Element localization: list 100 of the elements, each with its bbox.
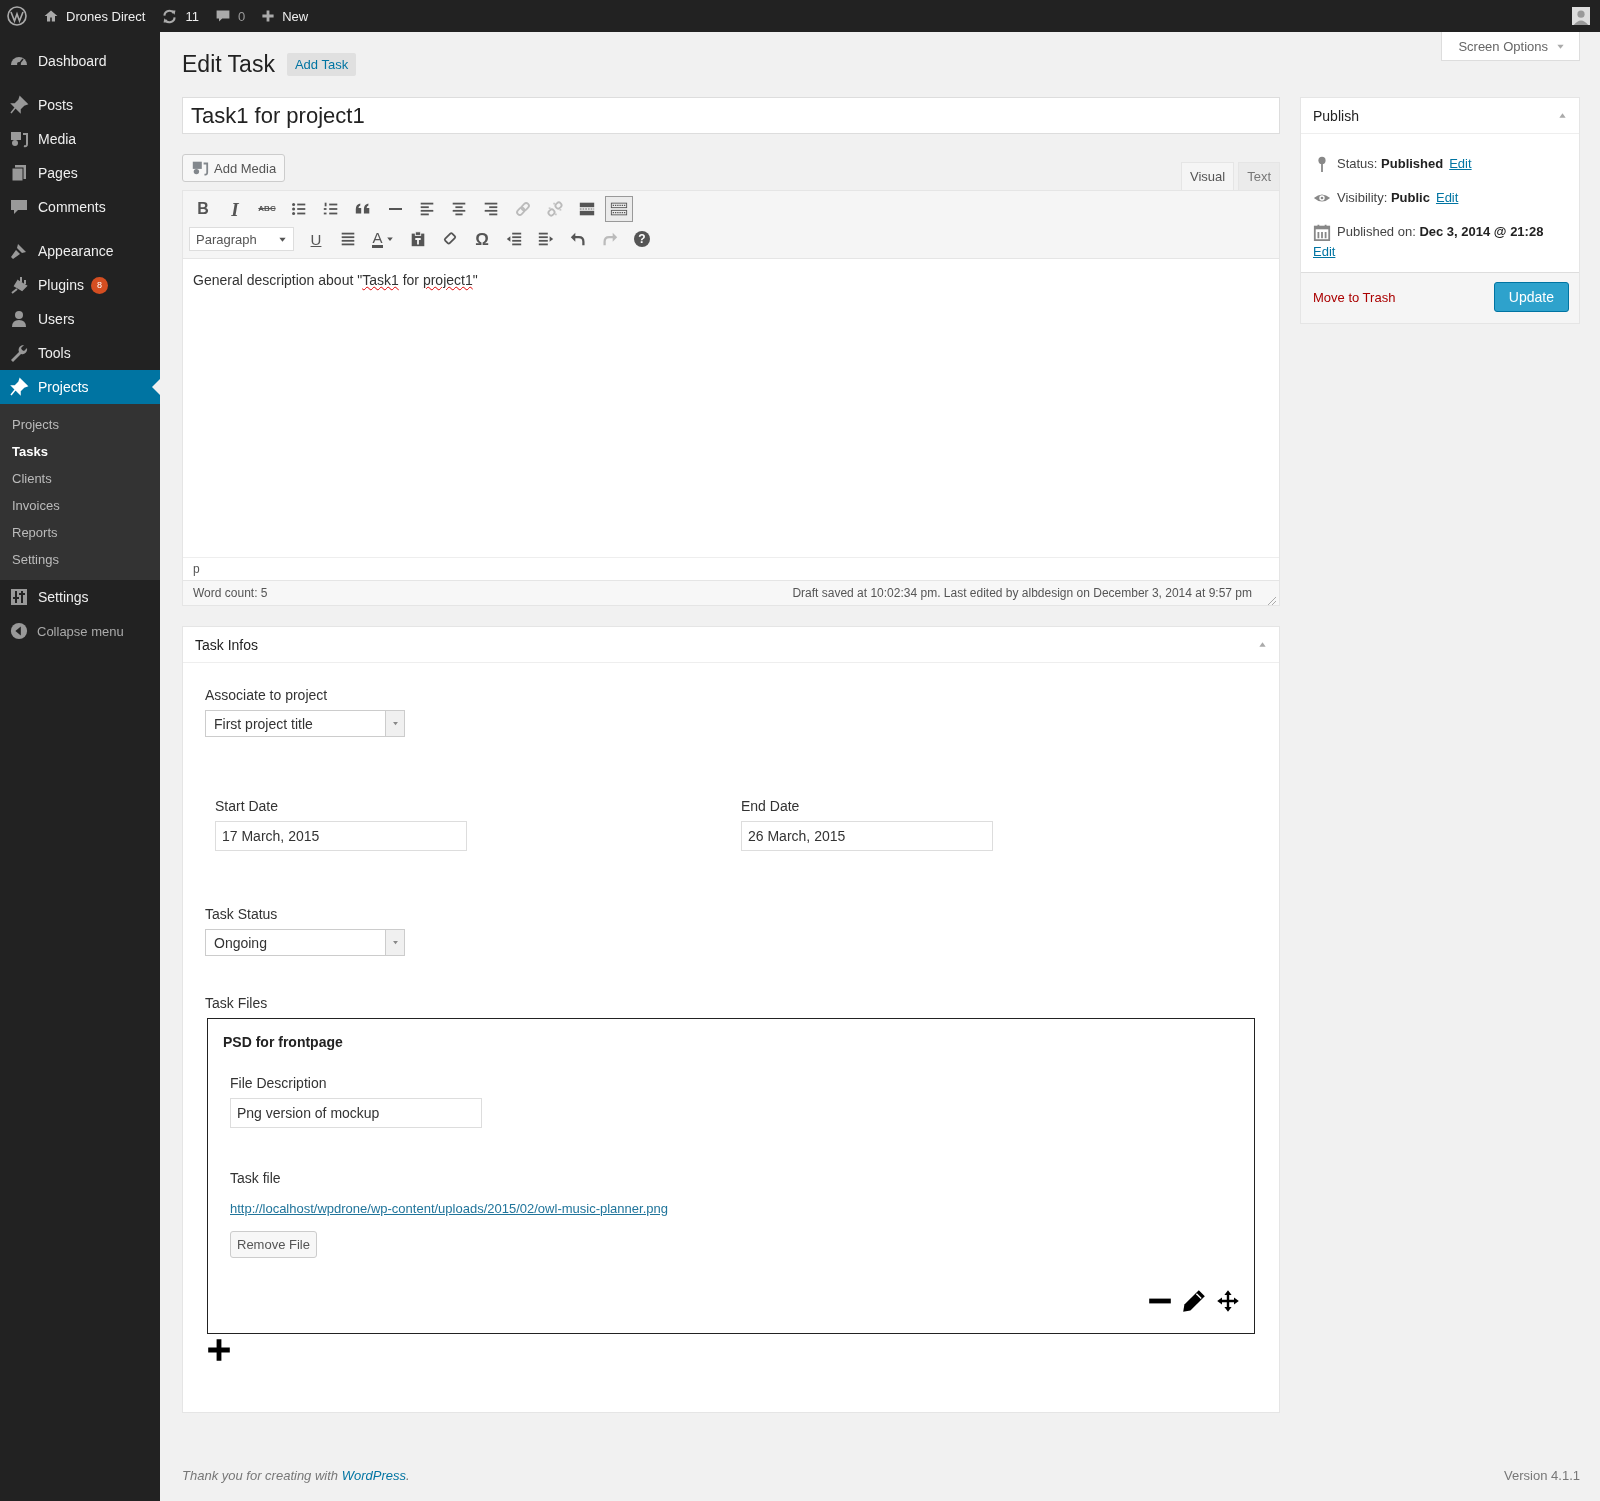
wordpress-link[interactable]: WordPress <box>341 1468 406 1483</box>
field-label: End Date <box>741 798 800 814</box>
body-text: General description about "Task1 for project1" <box>193 272 479 288</box>
page-title: Edit Task <box>182 50 275 79</box>
speech-bubble-icon <box>214 8 231 24</box>
calendar-icon <box>1313 223 1331 241</box>
editor-tab[interactable]: Text <box>1238 162 1280 190</box>
pencil-icon[interactable] <box>1182 1289 1206 1313</box>
submenu-item[interactable]: Projects <box>0 411 160 438</box>
submenu-item[interactable]: Tasks <box>0 438 160 465</box>
project-dropdown[interactable]: First project title <box>205 710 405 737</box>
updates-link[interactable]: 11 <box>161 7 199 25</box>
screen-options-button[interactable]: Screen Options <box>1441 32 1580 61</box>
wrench-icon <box>9 343 29 363</box>
underline-button[interactable]: U <box>302 226 330 252</box>
publish-info: Visibility: Public <box>1337 189 1430 207</box>
title-field[interactable]: Task1 for project1 <box>182 97 1280 134</box>
align-center-icon <box>450 200 468 218</box>
publish-info: Status: Published <box>1337 155 1444 173</box>
keyboard-icon <box>610 200 628 218</box>
submenu-item[interactable]: Reports <box>0 519 160 546</box>
speech-bubble-icon <box>9 197 29 217</box>
move-icon[interactable] <box>1216 1289 1240 1313</box>
brush-icon <box>9 241 29 261</box>
sidebar-item[interactable]: Media <box>0 122 160 156</box>
strikethrough-button[interactable]: ABC <box>253 196 281 222</box>
wordpress-logo-icon[interactable] <box>7 6 27 26</box>
help-button[interactable]: ? <box>628 226 656 252</box>
start-date-field[interactable]: 17 March, 2015 <box>215 821 467 851</box>
add-media-button[interactable]: Add Media <box>182 154 286 182</box>
edit-link[interactable]: Edit <box>1449 154 1472 174</box>
sidebar-item[interactable]: Dashboard <box>0 44 160 78</box>
add-icon[interactable] <box>207 1338 231 1362</box>
edit-link[interactable]: Edit <box>1435 188 1459 208</box>
description-field[interactable]: Png version of mockup <box>230 1098 482 1128</box>
field-label: Start Date <box>215 798 279 814</box>
pin-icon <box>9 377 29 397</box>
sidebar-item[interactable]: Settings <box>0 580 160 614</box>
media-icon <box>191 159 209 177</box>
footer-text: Thank you for creating with WordPress. <box>182 1468 410 1483</box>
refresh-icon <box>161 7 179 25</box>
format-dropdown[interactable]: Paragraph <box>189 227 294 251</box>
add-task-button[interactable]: Add Task <box>286 53 357 76</box>
keyboard-button[interactable] <box>605 196 633 222</box>
indent-icon <box>537 230 555 248</box>
sidebar-item[interactable]: Plugins 8 <box>0 268 160 302</box>
field-label: Task Files <box>205 994 268 1012</box>
new-link[interactable]: New <box>261 8 309 24</box>
sidebar-item[interactable]: Pages <box>0 156 160 190</box>
editor-tab[interactable]: Visual <box>1180 162 1235 190</box>
submenu-item[interactable]: Clients <box>0 465 160 492</box>
sidebar-item[interactable]: Projects <box>0 370 160 404</box>
sidebar-item[interactable]: Posts <box>0 88 160 122</box>
field-label: Associate to project <box>205 686 328 704</box>
link-icon <box>514 200 532 218</box>
broken-link-icon <box>546 200 564 218</box>
collapse-menu-button[interactable]: Collapse menu <box>0 614 160 648</box>
publish-info: Published on: Dec 3, 2014 @ 21:28 <box>1337 223 1544 241</box>
pages-icon <box>9 163 29 183</box>
plus-icon <box>261 9 276 23</box>
redo-icon <box>601 230 619 248</box>
status-dropdown[interactable]: Ongoing <box>205 929 405 956</box>
field-label: File Description <box>230 1074 327 1092</box>
align-left-icon <box>418 200 436 218</box>
submenu-item[interactable]: Invoices <box>0 492 160 519</box>
bullet-list-icon <box>290 200 308 218</box>
plug-icon <box>9 275 29 295</box>
justify-icon <box>339 230 357 248</box>
special-character-button[interactable]: Ω <box>468 226 496 252</box>
eraser-icon <box>441 230 459 248</box>
submenu-item[interactable]: Settings <box>0 546 160 573</box>
caret-icon <box>391 939 399 946</box>
undo-icon <box>569 230 587 248</box>
bold-button[interactable]: B <box>189 196 217 222</box>
comments-link[interactable]: 0 <box>214 8 246 24</box>
sidebar-item[interactable]: Appearance <box>0 234 160 268</box>
clipboard-icon <box>409 230 427 248</box>
remove-file-button[interactable]: Remove File <box>230 1231 317 1258</box>
caret-icon <box>391 720 399 727</box>
sidebar-item[interactable]: Users <box>0 302 160 336</box>
text-color-button[interactable]: A <box>366 226 400 252</box>
italic-button[interactable]: I <box>221 196 249 222</box>
file-link[interactable]: http://localhost/wpdrone/wp-content/uploads/2015/02/owl-music-planner.png <box>230 1201 668 1216</box>
pin-icon <box>9 95 29 115</box>
version-text: Version 4.1.1 <box>1504 1468 1580 1483</box>
site-link[interactable]: Drones Direct <box>43 8 146 24</box>
count-badge: 8 <box>90 276 108 294</box>
trash-link[interactable]: Move to Trash <box>1313 289 1396 305</box>
draft-status: Draft saved at 10:02:34 pm. Last edited by albdesign on December 3, 2014 at 9:57 pm <box>792 586 1252 600</box>
media-icon <box>9 129 29 149</box>
element-path: p <box>193 562 200 576</box>
file-title: PSD for frontpage <box>223 1034 344 1050</box>
sidebar-item[interactable]: Comments <box>0 190 160 224</box>
panel-title: Publish <box>1313 107 1359 124</box>
sidebar-item[interactable]: Tools <box>0 336 160 370</box>
end-date-field[interactable]: 26 March, 2015 <box>741 821 993 851</box>
sliders-icon <box>9 587 29 607</box>
edit-link[interactable]: Edit <box>1313 242 1336 262</box>
caret-icon <box>385 235 394 243</box>
person-icon <box>9 309 29 329</box>
